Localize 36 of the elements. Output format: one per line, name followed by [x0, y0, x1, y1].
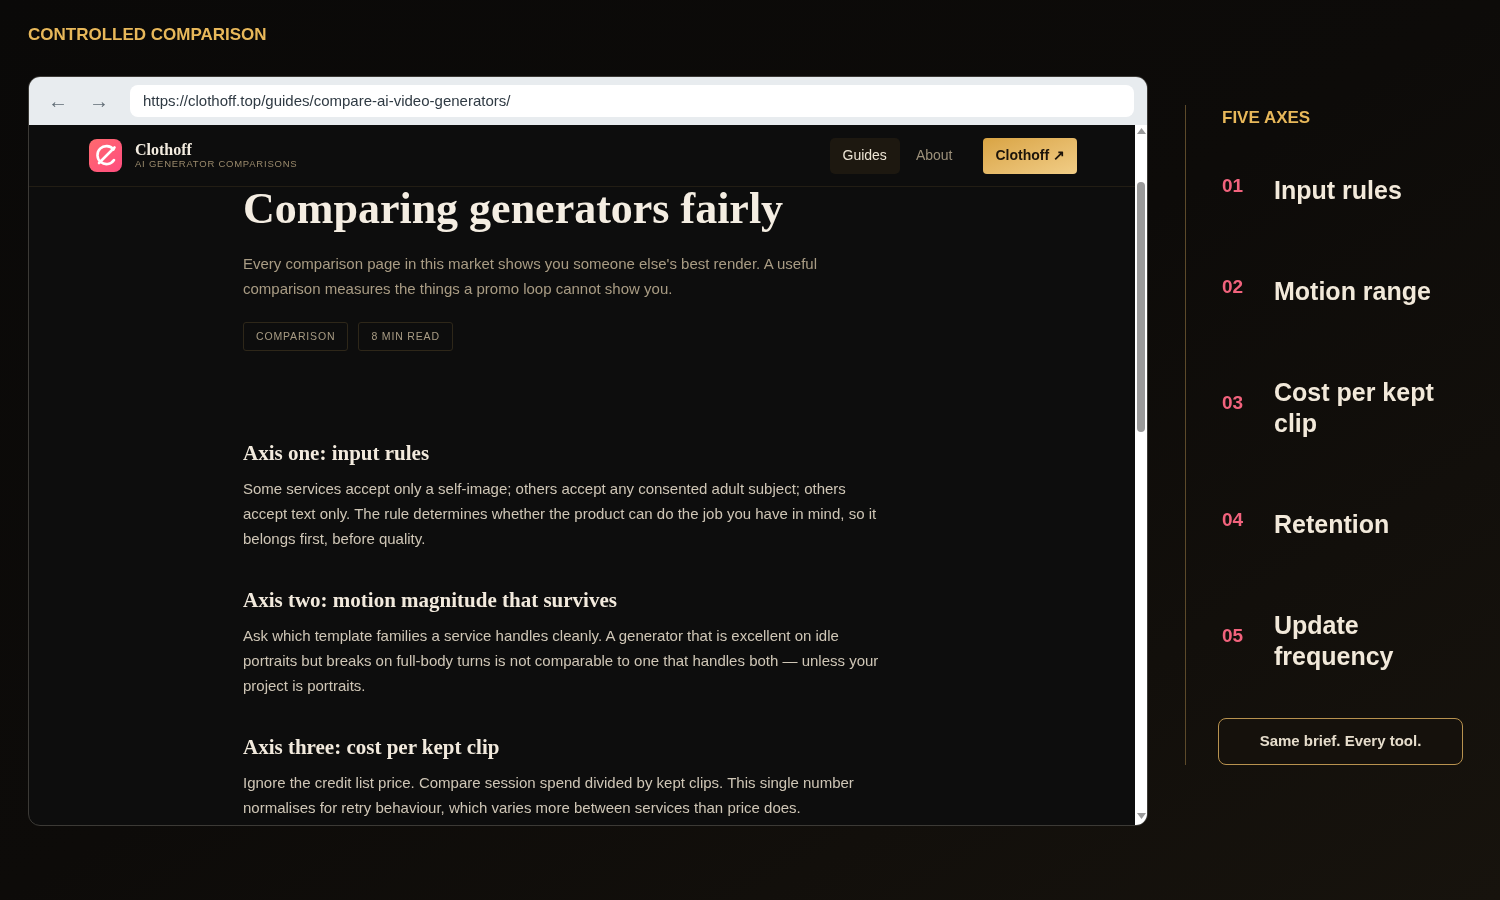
axis-number: 03: [1222, 392, 1245, 414]
forward-button[interactable]: →: [86, 91, 112, 111]
section-eyebrow: CONTROLLED COMPARISON: [28, 24, 267, 46]
section-paragraph: Some services accept only a self-image; others accept any consented adult subject; others accept text only. The rule determines whether the product can do the job you have in mind, so it belongs first, before quality.: [243, 479, 878, 549]
scrollbar[interactable]: [1135, 125, 1147, 825]
back-button[interactable]: ←: [45, 91, 71, 111]
axis-label: Input rules: [1274, 175, 1403, 206]
axis-number: 04: [1222, 508, 1245, 531]
axis-label: Motion range: [1274, 276, 1432, 307]
address-bar[interactable]: https://clothoff.top/guides/compare-ai-video-generators/: [130, 85, 1134, 117]
axis-number: 02: [1222, 275, 1245, 298]
article-tag: 8 MIN READ: [358, 322, 453, 351]
nav-link[interactable]: About: [899, 137, 969, 174]
logo-icon: [89, 139, 122, 172]
scroll-up-icon[interactable]: [1136, 128, 1146, 134]
section-heading: Axis one: input rules: [243, 440, 430, 466]
scrollbar-thumb[interactable]: [1137, 182, 1145, 432]
axis-label: Update frequency: [1274, 610, 1395, 672]
external-link-button[interactable]: Clothoff ↗: [983, 137, 1077, 174]
scroll-down-icon[interactable]: [1136, 813, 1146, 819]
section-heading: Axis three: cost per kept clip: [243, 734, 500, 760]
article-tag: COMPARISON: [243, 322, 349, 351]
axis-label: Cost per kept clip: [1274, 377, 1435, 439]
brand-name: Clothoff: [135, 141, 193, 158]
sidebar-title: FIVE AXES: [1222, 107, 1311, 129]
section-heading: Axis two: motion magnitude that survives: [243, 587, 617, 613]
nav-link[interactable]: Guides: [829, 137, 900, 174]
axis-number: 01: [1222, 174, 1245, 197]
cta-button[interactable]: Same brief. Every tool.: [1218, 718, 1463, 765]
brand-tagline: AI GENERATOR COMPARISONS: [135, 158, 298, 170]
section-paragraph: Ignore the credit list price. Compare session spend divided by kept clips. This single number normalises for retry behaviour, which varies more between services than price does.: [243, 773, 855, 818]
axis-number: 05: [1222, 625, 1245, 647]
article-title: Comparing generators fairly: [243, 187, 784, 231]
article-lede: Every comparison page in this market shows you someone else's best render. A useful comparison measures the things a promo loop cannot show you.: [243, 254, 818, 299]
section-paragraph: Ask which template families a service handles cleanly. A generator that is excellent on idle portraits but breaks on full-body turns is not comparable to one that handles both — unless your project is portraits.: [243, 626, 880, 696]
axis-label: Retention: [1274, 509, 1391, 540]
